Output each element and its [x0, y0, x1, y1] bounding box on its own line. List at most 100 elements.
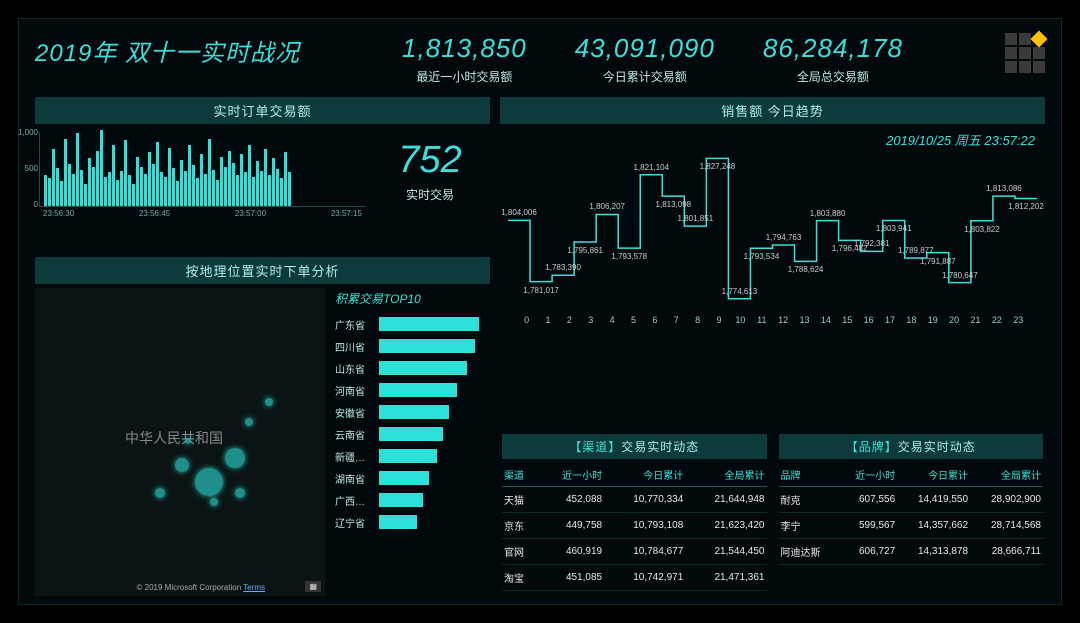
bar	[172, 168, 175, 206]
step-value-label: 1,783,390	[545, 263, 581, 272]
daily-step-chart: 1,804,0061,781,0171,783,3901,795,8611,80…	[508, 151, 1037, 311]
x-tick: 17	[879, 315, 900, 325]
x-tick: 13	[794, 315, 815, 325]
hbar	[379, 449, 437, 463]
bar	[60, 181, 63, 207]
bar	[88, 158, 91, 206]
map-bubble	[185, 438, 191, 444]
x-tick: 23:56:30	[43, 209, 74, 218]
realtime-big-number: 752 实时交易	[370, 124, 490, 218]
timestamp: 2019/10/25 周五 23:57:22	[500, 124, 1045, 151]
x-tick: 19	[922, 315, 943, 325]
bar	[228, 151, 231, 206]
hbar	[379, 383, 457, 397]
dashboard-root: 2019年 双十一实时战况 1,813,850 最近一小时交易额 43,091,…	[18, 18, 1062, 605]
bar	[64, 139, 67, 207]
map[interactable]: 中华人民共和国 © 2019 Microsoft Corporation Ter…	[35, 288, 325, 596]
cell: 606,727	[838, 539, 897, 565]
bar	[148, 152, 151, 206]
x-tick: 2	[559, 315, 580, 325]
top10-row: 安徽省	[335, 401, 490, 423]
map-bubble	[245, 418, 253, 426]
col-header: 渠道	[502, 463, 538, 487]
bar-x-axis: 23:56:3023:56:4523:57:0023:57:15	[39, 207, 366, 218]
bar	[152, 164, 155, 206]
kpi-label: 全局总交易额	[763, 68, 903, 85]
kpi-row: 1,813,850 最近一小时交易额 43,091,090 今日累计交易额 86…	[332, 33, 973, 85]
map-attribution: © 2019 Microsoft Corporation Terms	[137, 583, 265, 592]
bar	[72, 174, 75, 206]
panel-title: 按地理位置实时下单分析	[35, 257, 490, 284]
cell: 14,357,662	[897, 513, 970, 539]
province-name: 辽宁省	[335, 515, 375, 530]
top10-row: 新疆…	[335, 445, 490, 467]
terms-link[interactable]: Terms	[243, 583, 265, 592]
x-tick: 1	[537, 315, 558, 325]
channel-table-panel: 【渠道】交易实时动态 渠道近一小时今日累计全局累计 天猫452,08810,77…	[502, 434, 767, 602]
panel-title: 销售额 今日趋势	[500, 97, 1045, 124]
x-tick: 3	[580, 315, 601, 325]
bar	[132, 184, 135, 207]
bar	[48, 178, 51, 207]
step-value-label: 1,791,887	[920, 257, 956, 266]
cell: 京东	[502, 513, 538, 539]
kpi-value: 43,091,090	[575, 33, 715, 64]
table-row: 京东449,75810,793,10821,623,420	[502, 513, 767, 539]
cell: 14,313,878	[897, 539, 970, 565]
bar	[108, 172, 111, 207]
table-row: 李宁599,56714,357,66228,714,568	[779, 513, 1044, 539]
table-row: 耐克607,55614,419,55028,902,900	[779, 487, 1044, 513]
geo-body: 中华人民共和国 © 2019 Microsoft Corporation Ter…	[35, 284, 490, 596]
x-tick: 23:57:15	[331, 209, 362, 218]
x-tick: 9	[708, 315, 729, 325]
bar	[156, 142, 159, 206]
map-bubble	[195, 468, 223, 496]
attr-text: © 2019 Microsoft Corporation	[137, 583, 242, 592]
cell: 21,471,361	[685, 565, 766, 591]
bar	[232, 163, 235, 207]
bar	[240, 154, 243, 206]
title-prefix: 【品牌】	[846, 440, 898, 454]
bar	[184, 171, 187, 206]
col-header: 近一小时	[838, 463, 897, 487]
kpi-total: 86,284,178 全局总交易额	[763, 33, 903, 85]
hbar	[379, 361, 467, 375]
panel-title: 实时订单交易额	[35, 97, 490, 124]
cell: 天猫	[502, 487, 538, 513]
province-name: 安徽省	[335, 405, 375, 420]
brand-table: 品牌近一小时今日累计全局累计 耐克607,55614,419,55028,902…	[779, 463, 1044, 565]
map-brand-badge: ▦	[305, 581, 321, 592]
top10-row: 山东省	[335, 357, 490, 379]
x-tick: 6	[644, 315, 665, 325]
bar	[264, 149, 267, 206]
cell: 21,544,450	[685, 539, 766, 565]
x-tick: 15	[837, 315, 858, 325]
bar	[196, 178, 199, 206]
cell: 阿迪达斯	[779, 539, 838, 565]
channel-table: 渠道近一小时今日累计全局累计 天猫452,08810,770,33421,644…	[502, 463, 767, 591]
province-name: 云南省	[335, 427, 375, 442]
bar	[120, 171, 123, 206]
bar	[212, 170, 215, 206]
cell: 28,714,568	[970, 513, 1043, 539]
x-tick: 22	[986, 315, 1007, 325]
bar-panel-body: 1,000 500 0 23:56:3023:56:4523:57:0023:5…	[35, 124, 490, 218]
x-tick: 23	[1008, 315, 1029, 325]
step-value-label: 1,821,104	[633, 163, 669, 172]
bar	[256, 161, 259, 206]
trend-panel: 销售额 今日趋势 2019/10/25 周五 23:57:22 1,804,00…	[500, 97, 1045, 602]
kpi-last-hour: 1,813,850 最近一小时交易额	[402, 33, 527, 85]
bar	[92, 167, 95, 206]
x-tick: 21	[965, 315, 986, 325]
cell: 449,758	[538, 513, 604, 539]
apps-grid-icon[interactable]	[1005, 33, 1045, 73]
map-bubble	[175, 458, 189, 472]
step-value-label: 1,806,207	[589, 202, 625, 211]
y-tick: 1,000	[12, 128, 38, 137]
bar	[288, 172, 291, 207]
step-value-label: 1,781,017	[523, 286, 559, 295]
bar	[80, 170, 83, 206]
x-tick: 18	[901, 315, 922, 325]
table-row: 天猫452,08810,770,33421,644,948	[502, 487, 767, 513]
top10-title: 积累交易TOP10	[335, 288, 490, 313]
